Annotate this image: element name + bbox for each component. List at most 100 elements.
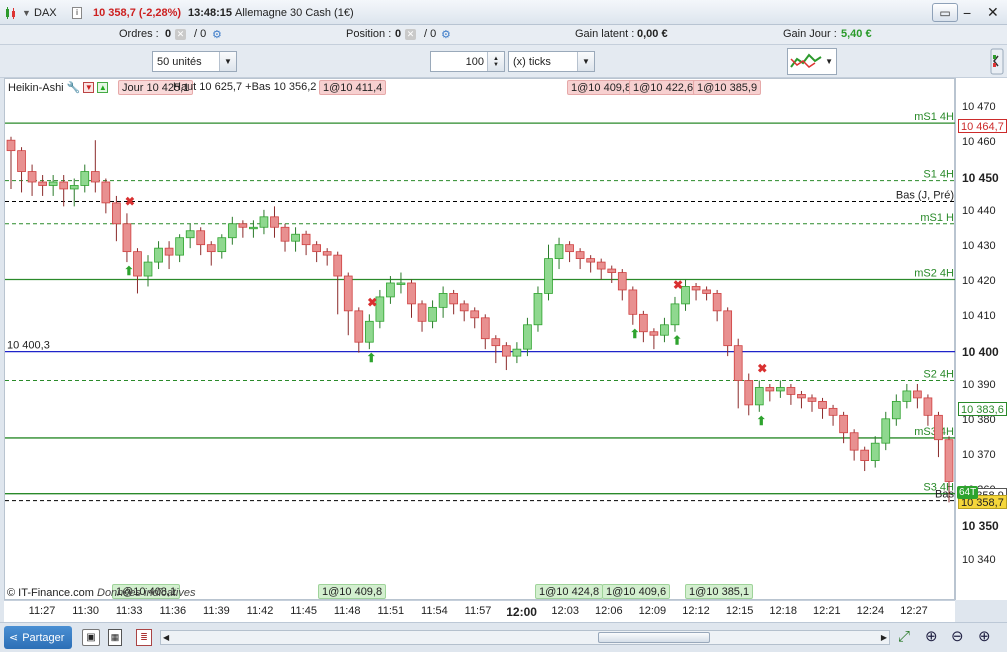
candle-body[interactable] — [238, 223, 248, 228]
instrument-dropdown-icon[interactable]: ▼ — [22, 0, 31, 25]
candle-body[interactable] — [112, 202, 121, 225]
candle-body[interactable] — [196, 230, 206, 246]
restore-window-button[interactable]: ▭ — [932, 3, 958, 22]
chevron-down-icon[interactable]: ▼ — [825, 57, 833, 66]
time-axis[interactable]: 11:27 11:30 11:33 11:36 11:39 11:42 11:45 11:48… — [4, 600, 955, 622]
sell-marker-icon[interactable]: ✖ — [125, 194, 135, 208]
sell-marker-icon[interactable]: ✖ — [757, 361, 767, 375]
candle-body[interactable] — [6, 139, 16, 152]
close-button[interactable]: ✕ — [987, 0, 999, 25]
side-panel-toggle[interactable] — [979, 45, 1007, 78]
candle-body[interactable] — [259, 216, 269, 228]
candle-body[interactable] — [723, 310, 733, 347]
grid-icon[interactable]: ≣ — [136, 629, 152, 646]
candle-body[interactable] — [786, 387, 796, 395]
sell-arrow-icon[interactable]: ▼ — [83, 82, 95, 93]
candle-body[interactable] — [354, 310, 364, 343]
candle-body[interactable] — [596, 261, 606, 270]
candle-body[interactable] — [206, 244, 216, 253]
chevron-down-icon[interactable]: ▼ — [219, 52, 236, 71]
buy-order-tag[interactable]: 1@10 409,6 — [602, 584, 671, 599]
candle-body[interactable] — [586, 258, 596, 263]
buy-order-tag[interactable]: 1@10 409,8 — [318, 584, 387, 599]
candle-body[interactable] — [217, 237, 227, 253]
candle-body[interactable] — [891, 400, 901, 420]
buy-arrow-icon[interactable]: ▲ — [97, 82, 109, 93]
quantity-stepper[interactable]: 100 ▲ ▼ — [430, 51, 505, 72]
scrollbar-thumb[interactable] — [598, 632, 710, 643]
close-position-icon[interactable]: ✕ — [405, 29, 416, 40]
minimize-button[interactable]: − — [963, 0, 971, 25]
candle-body[interactable] — [754, 387, 764, 406]
sell-order-tag[interactable]: 1@10 409,8 — [567, 80, 636, 95]
sell-marker-icon[interactable]: ✖ — [673, 278, 683, 292]
candle-body[interactable] — [407, 282, 416, 305]
candle-body[interactable] — [807, 397, 817, 402]
price-chart[interactable]: mS1 4H S1 4H Bas (J, Pré) mS1 H mS2 4H 10 400… — [4, 78, 956, 601]
candle-body[interactable] — [428, 306, 437, 322]
candle-body[interactable] — [491, 338, 501, 347]
buy-order-tag[interactable]: 1@10 385,1 — [685, 584, 754, 599]
candle-body[interactable] — [849, 432, 859, 451]
sell-order-tag[interactable]: 1@10 422,6 — [629, 80, 698, 95]
scroll-left-icon[interactable]: ◀ — [163, 631, 169, 644]
buy-marker-icon[interactable]: ⬆ — [124, 264, 134, 278]
candle-body[interactable] — [312, 244, 321, 253]
candle-body[interactable] — [164, 247, 174, 256]
indicator-name[interactable]: Heikin-Ashi — [8, 82, 64, 94]
calculator-icon[interactable]: ▦ — [108, 629, 122, 646]
candle-body[interactable] — [881, 418, 891, 444]
candle-body[interactable] — [386, 282, 395, 298]
candle-body[interactable] — [944, 439, 954, 482]
candle-body[interactable] — [533, 293, 543, 326]
candle-body[interactable] — [607, 268, 617, 273]
candle-body[interactable] — [322, 251, 332, 256]
candle-body[interactable] — [459, 303, 469, 312]
stepper-arrows-icon[interactable]: ▲ ▼ — [487, 52, 504, 71]
price-axis[interactable]: 10 470 10 460 10 450 10 440 10 430 10 420 10 4… — [955, 78, 1007, 600]
share-button[interactable]: ⋖ Partager — [4, 626, 72, 649]
candle-body[interactable] — [59, 181, 69, 190]
buy-marker-icon[interactable]: ⬆ — [756, 414, 766, 428]
candle-body[interactable] — [17, 150, 26, 172]
candle-body[interactable] — [565, 244, 574, 253]
units-select[interactable]: 50 unités ▼ — [152, 51, 237, 72]
ticks-select[interactable]: (x) ticks ▼ — [508, 51, 595, 72]
chevron-down-icon[interactable]: ▼ — [577, 52, 594, 71]
candle-body[interactable] — [280, 226, 290, 242]
buy-marker-icon[interactable]: ⬆ — [366, 351, 376, 365]
candle-body[interactable] — [913, 390, 922, 399]
sell-order-tag[interactable]: 1@10 385,9 — [693, 80, 762, 95]
candle-body[interactable] — [122, 223, 132, 253]
candle-body[interactable] — [333, 254, 343, 277]
position-settings-icon[interactable]: ⚙ — [441, 28, 451, 41]
candle-body[interactable] — [501, 345, 511, 357]
buy-order-tag[interactable]: 1@10 424,8 — [535, 584, 604, 599]
candle-body[interactable] — [660, 324, 669, 336]
candle-body[interactable] — [702, 289, 711, 294]
candle-body[interactable] — [902, 390, 912, 402]
candlestick-chart[interactable]: mS1 4H S1 4H Bas (J, Pré) mS1 H mS2 4H 10 400… — [5, 79, 956, 601]
candle-body[interactable] — [227, 223, 237, 239]
candle-body[interactable] — [691, 286, 701, 291]
candle-body[interactable] — [438, 293, 448, 308]
zoom-out-icon[interactable]: ⊖ — [951, 627, 964, 645]
wrench-icon[interactable]: 🔧 — [67, 81, 81, 94]
candle-body[interactable] — [575, 251, 585, 260]
candle-body[interactable] — [512, 348, 522, 357]
candle-body[interactable] — [449, 293, 459, 305]
buy-marker-icon[interactable]: ⬆ — [672, 334, 682, 348]
candle-body[interactable] — [776, 387, 785, 392]
candle-body[interactable] — [639, 313, 648, 333]
candle-body[interactable] — [343, 275, 353, 312]
candle-body[interactable] — [27, 171, 37, 183]
candle-body[interactable] — [860, 449, 870, 461]
candle-body[interactable] — [797, 394, 806, 399]
trading-mode-button[interactable]: ▼ — [787, 48, 837, 75]
candle-body[interactable] — [934, 414, 943, 441]
candle-body[interactable] — [133, 251, 142, 277]
candle-body[interactable] — [828, 407, 838, 416]
candle-body[interactable] — [870, 442, 880, 461]
candle-body[interactable] — [175, 237, 184, 256]
candle-body[interactable] — [249, 226, 258, 230]
